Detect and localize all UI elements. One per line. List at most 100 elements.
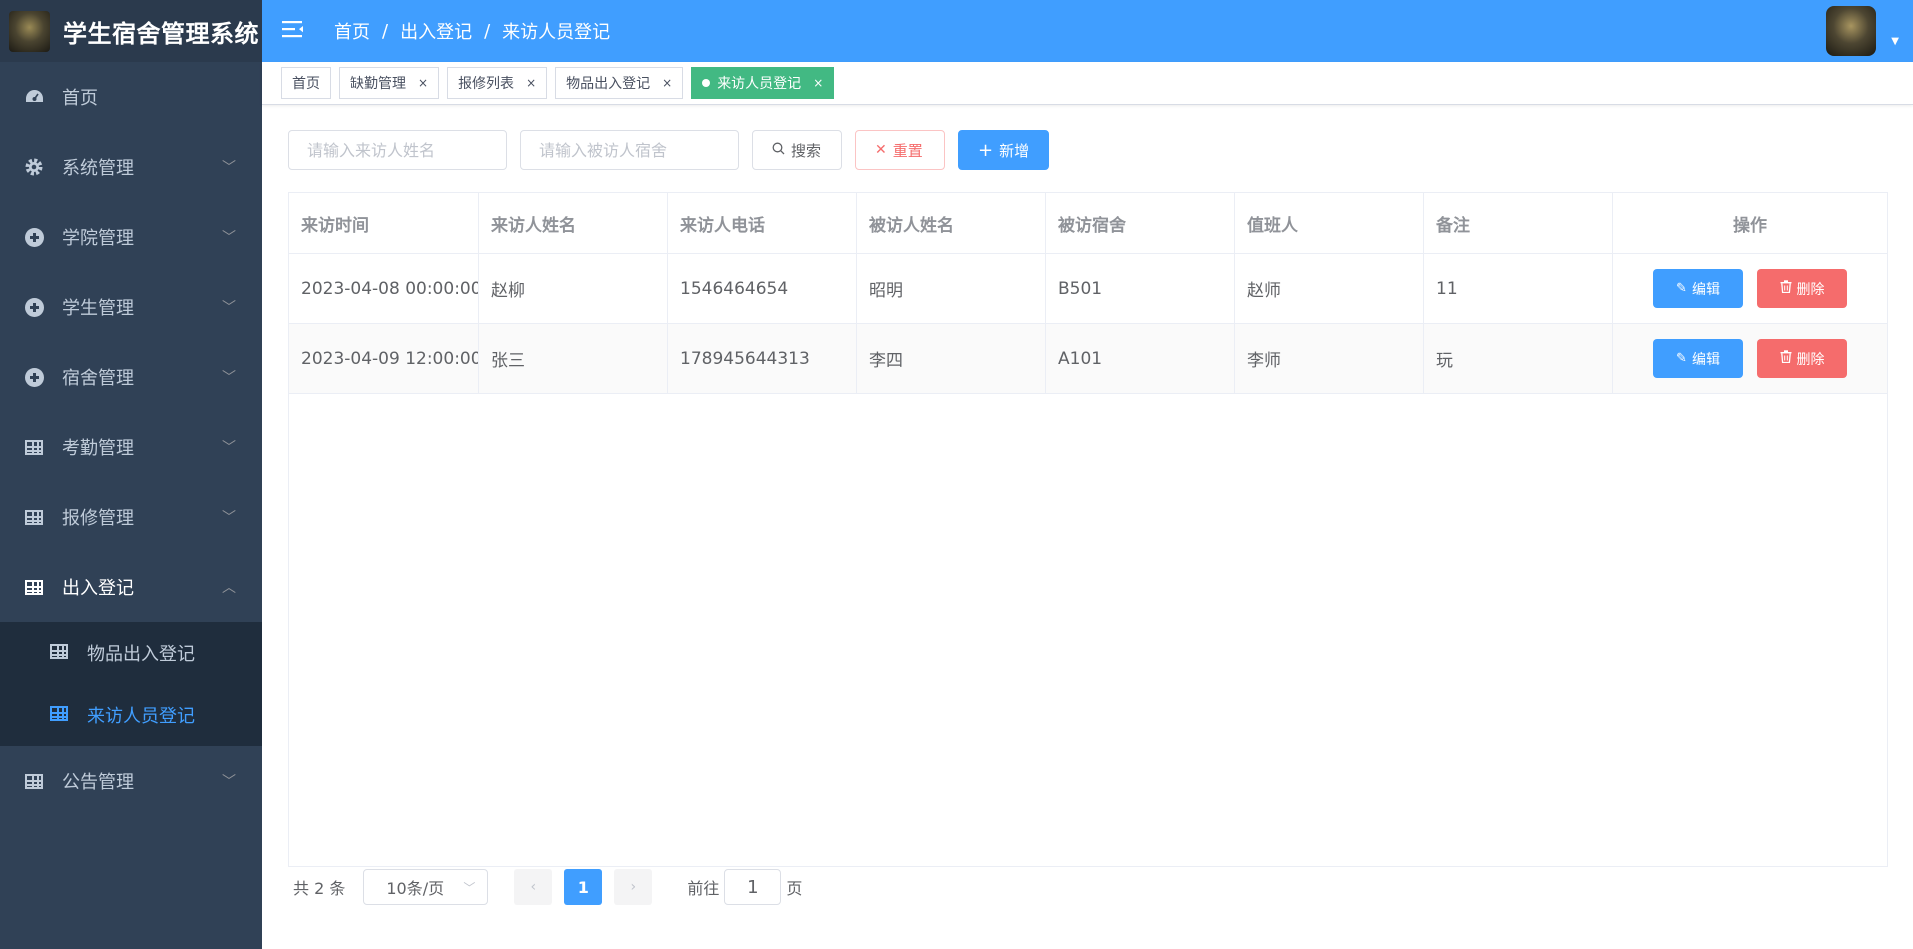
- add-button-label: 新增: [999, 141, 1030, 160]
- sidebar: 学生宿舍管理系统 首页 系统管理 ﹀ 学院管理 ﹀ 学生管理 ﹀ 宿舍管理 ﹀ …: [0, 0, 262, 949]
- edit-icon: ✎: [1676, 281, 1687, 296]
- sidebar-menu: 首页 系统管理 ﹀ 学院管理 ﹀ 学生管理 ﹀ 宿舍管理 ﹀ 考勤管理 ﹀ 报修…: [0, 62, 262, 816]
- chevron-left-icon: ‹: [530, 879, 537, 895]
- visitor-table: 来访时间 来访人姓名 来访人电话 被访人姓名 被访宿舍 值班人 备注 操作 20…: [288, 192, 1888, 867]
- edit-button-label: 编辑: [1691, 281, 1720, 298]
- add-button[interactable]: + 新增: [958, 130, 1049, 170]
- table-row: 2023-04-08 00:00:00 赵柳 1546464654 昭明 B50…: [289, 254, 1887, 324]
- search-icon: [772, 142, 785, 159]
- sidebar-subitem-goods[interactable]: 物品出入登记: [0, 622, 262, 684]
- sidebar-item-dorm[interactable]: 宿舍管理 ﹀: [0, 342, 262, 412]
- table-icon: [24, 771, 44, 791]
- sidebar-item-access[interactable]: 出入登记 ︿: [0, 552, 262, 622]
- sidebar-item-home[interactable]: 首页: [0, 62, 262, 132]
- dashboard-icon: [24, 87, 44, 107]
- menu-toggle-icon[interactable]: [282, 20, 304, 43]
- goto-page-input[interactable]: [724, 869, 782, 905]
- search-button[interactable]: 搜索: [752, 130, 842, 170]
- sidebar-subitem-label: 来访人员登记: [87, 706, 195, 727]
- column-header: 值班人: [1235, 193, 1424, 253]
- sidebar-item-college[interactable]: 学院管理 ﹀: [0, 202, 262, 272]
- tag-visitor[interactable]: 来访人员登记 ×: [691, 67, 835, 99]
- table-actions: ✎ 编辑 删除: [1613, 254, 1887, 323]
- sidebar-item-repair[interactable]: 报修管理 ﹀: [0, 482, 262, 552]
- chevron-down-icon: ﹀: [222, 230, 236, 246]
- edit-button-label: 编辑: [1691, 351, 1720, 368]
- sidebar-item-attendance[interactable]: 考勤管理 ﹀: [0, 412, 262, 482]
- page-number[interactable]: 1: [564, 869, 603, 905]
- tag-home[interactable]: 首页: [281, 67, 331, 99]
- tag-label: 首页: [292, 76, 320, 92]
- breadcrumb-separator: /: [382, 20, 389, 42]
- close-icon[interactable]: ×: [526, 76, 536, 90]
- circle-plus-icon: [24, 227, 44, 247]
- reset-button[interactable]: ✕ 重置: [855, 130, 945, 170]
- edit-icon: ✎: [1676, 351, 1687, 366]
- sidebar-item-label: 首页: [62, 88, 98, 109]
- sidebar-subitem-label: 物品出入登记: [87, 644, 195, 665]
- breadcrumb-access[interactable]: 出入登记: [400, 18, 472, 44]
- caret-down-icon[interactable]: ▼: [1891, 36, 1899, 47]
- table-cell: 2023-04-09 12:00:00: [289, 324, 479, 393]
- table-icon: [24, 577, 44, 597]
- avatar[interactable]: [1826, 6, 1876, 56]
- visited-dorm-input[interactable]: [520, 130, 739, 170]
- close-icon[interactable]: ×: [662, 76, 672, 90]
- table-cell: 2023-04-08 00:00:00: [289, 254, 479, 323]
- trash-icon: [1780, 280, 1792, 297]
- edit-button[interactable]: ✎ 编辑: [1653, 339, 1743, 378]
- delete-button[interactable]: 删除: [1757, 269, 1847, 308]
- table-cell: A101: [1046, 324, 1235, 393]
- breadcrumb-current: 来访人员登记: [502, 22, 611, 43]
- page-size-select[interactable]: 10条/页 ﹀: [363, 869, 489, 905]
- sidebar-item-label: 出入登记: [62, 578, 134, 599]
- submenu-access: 物品出入登记 来访人员登记: [0, 622, 262, 746]
- delete-button-label: 删除: [1796, 281, 1825, 298]
- table-icon: [24, 437, 44, 457]
- breadcrumb-home[interactable]: 首页: [334, 18, 370, 44]
- table-cell: 178945644313: [668, 324, 857, 393]
- close-icon: ✕: [875, 142, 887, 158]
- sidebar-item-label: 宿舍管理: [62, 368, 134, 389]
- close-icon[interactable]: ×: [813, 76, 823, 90]
- tag-goods[interactable]: 物品出入登记 ×: [555, 67, 684, 99]
- prev-page-button[interactable]: ‹: [514, 869, 553, 905]
- sidebar-item-label: 学院管理: [62, 228, 134, 249]
- visitor-name-input[interactable]: [288, 130, 507, 170]
- delete-button-label: 删除: [1796, 351, 1825, 368]
- sidebar-subitem-visitor[interactable]: 来访人员登记: [0, 684, 262, 746]
- table-cell: 昭明: [857, 254, 1046, 323]
- sidebar-item-system[interactable]: 系统管理 ﹀: [0, 132, 262, 202]
- trash-icon: [1780, 350, 1792, 367]
- search-toolbar: 搜索 ✕ 重置 + 新增: [288, 130, 1062, 170]
- active-dot-icon: [702, 79, 711, 87]
- tag-repair-list[interactable]: 报修列表 ×: [447, 67, 548, 99]
- table-cell: 11: [1424, 254, 1613, 323]
- sidebar-item-student[interactable]: 学生管理 ﹀: [0, 272, 262, 342]
- delete-button[interactable]: 删除: [1757, 339, 1847, 378]
- table-icon: [50, 706, 68, 724]
- edit-button[interactable]: ✎ 编辑: [1653, 269, 1743, 308]
- next-page-button[interactable]: ›: [614, 869, 653, 905]
- chevron-down-icon: ﹀: [463, 880, 476, 895]
- sidebar-item-label: 学生管理: [62, 298, 134, 319]
- table-actions: ✎ 编辑 删除: [1613, 324, 1887, 393]
- column-header: 操作: [1733, 215, 1767, 236]
- table-row: 2023-04-09 12:00:00 张三 178945644313 李四 A…: [289, 324, 1887, 394]
- chevron-right-icon: ›: [630, 879, 637, 895]
- circle-plus-icon: [24, 367, 44, 387]
- app-title: 学生宿舍管理系统: [63, 19, 259, 48]
- pagination: 共 2 条 10条/页 ﹀ ‹ 1 › 前往 页: [293, 869, 802, 905]
- column-header: 来访时间: [289, 193, 479, 253]
- table-cell: 张三: [479, 324, 668, 393]
- sidebar-item-notice[interactable]: 公告管理 ﹀: [0, 746, 262, 816]
- breadcrumb: 首页 / 出入登记 / 来访人员登记: [334, 18, 610, 44]
- tag-absence[interactable]: 缺勤管理 ×: [339, 67, 440, 99]
- close-icon[interactable]: ×: [418, 76, 428, 90]
- reset-button-label: 重置: [892, 141, 923, 160]
- total-count: 共 2 条: [293, 879, 346, 898]
- tag-label: 物品出入登记: [566, 76, 651, 92]
- table-cell: 赵师: [1235, 254, 1424, 323]
- goto-label: 前往: [687, 879, 720, 898]
- column-header: 被访宿舍: [1046, 193, 1235, 253]
